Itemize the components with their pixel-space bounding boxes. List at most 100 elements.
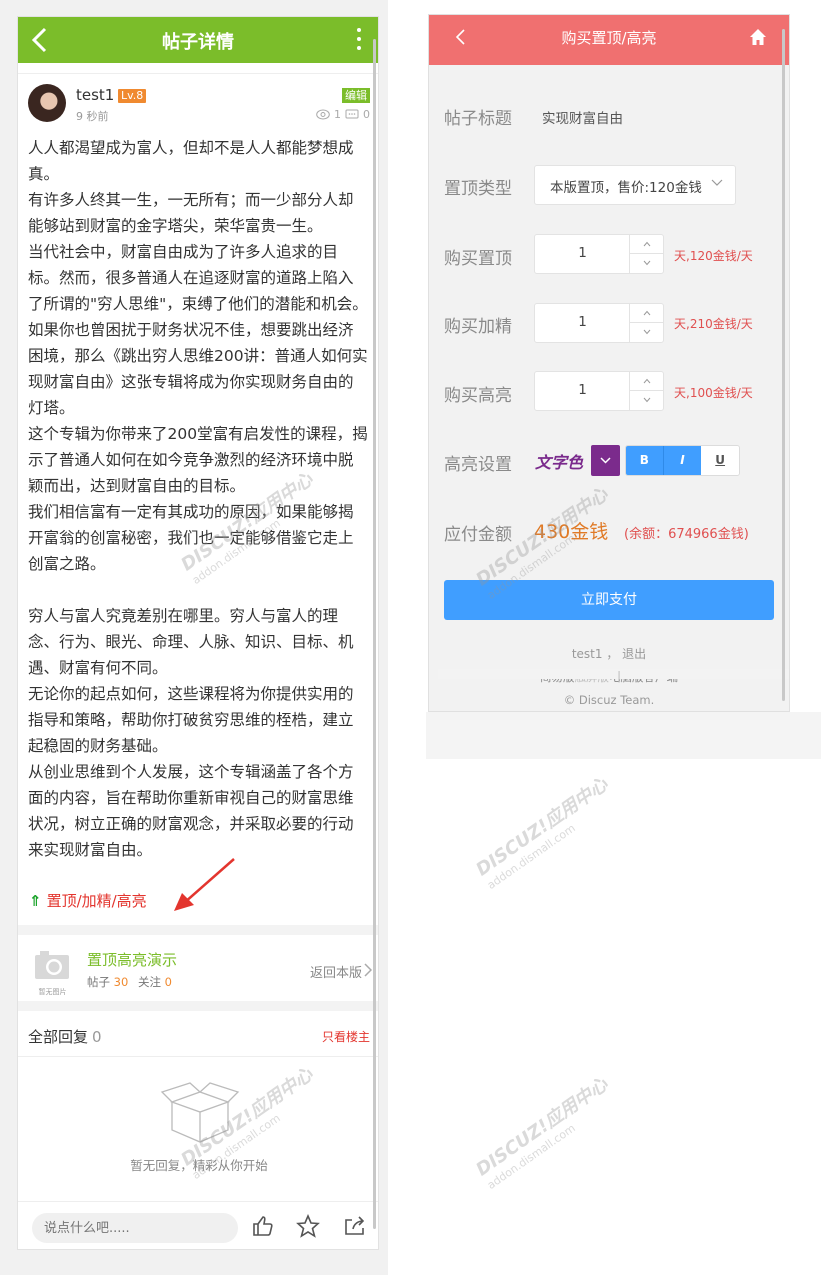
home-icon[interactable] xyxy=(749,28,767,46)
page-title: 购买置顶/高亮 xyxy=(561,29,657,47)
highlight-days-value[interactable]: 1 xyxy=(535,382,630,398)
buy-sticky-screen: 购买置顶/高亮 帖子标题 实现财富自由 置顶类型 本版置顶，售价:120金钱 购… xyxy=(428,14,790,712)
footer-copyright: © Discuz Team. xyxy=(563,693,655,707)
chevron-down-icon xyxy=(643,329,651,335)
posts-count: 30 xyxy=(113,975,129,989)
buy-highlight-label: 购买高亮 xyxy=(444,386,512,406)
scrollbar[interactable] xyxy=(373,39,376,1229)
camera-icon xyxy=(35,951,69,979)
amount-label: 应付金额 xyxy=(444,525,512,545)
posts-label: 帖子 xyxy=(87,975,110,989)
share-icon[interactable] xyxy=(343,1214,367,1238)
forum-name[interactable]: 置顶高亮演示 xyxy=(87,949,177,970)
section-divider xyxy=(18,925,378,935)
post-paragraph: 我们相信富有一定有其成功的原因，如果能够揭开富翁的创富秘密，我们也一定能够借鉴它… xyxy=(28,503,354,573)
digest-days-value[interactable]: 1 xyxy=(535,314,630,330)
more-icon[interactable] xyxy=(356,28,362,50)
author-name[interactable]: test1 xyxy=(76,86,114,104)
chevron-up-icon xyxy=(643,241,651,247)
highlight-price-note: 天,100金钱/天 xyxy=(674,386,753,400)
watermark-site: addon.dismall.com xyxy=(484,1121,578,1192)
top-arrow-icon: ⇑ xyxy=(29,891,42,910)
scrollbar[interactable] xyxy=(782,29,785,701)
top-days-value[interactable]: 1 xyxy=(535,245,630,261)
footer-username[interactable]: test1 xyxy=(572,647,603,661)
chevron-right-icon xyxy=(364,963,372,977)
edit-button[interactable]: 编辑 xyxy=(342,88,370,103)
annotation-arrow xyxy=(174,858,235,911)
back-to-forum-link[interactable]: 返回本版 xyxy=(310,962,362,981)
thread-ops-link[interactable]: ⇑ 置顶/加精/高亮 xyxy=(29,890,147,911)
chevron-up-icon xyxy=(643,378,651,384)
follow-label: 关注 xyxy=(137,975,161,989)
color-picker[interactable] xyxy=(591,445,620,476)
top-days-stepper[interactable]: 1 xyxy=(534,234,664,274)
replies-header: 全部回复 0 只看楼主 xyxy=(18,1013,378,1057)
post-content: 人人都渴望成为富人，但却不是人人都能梦想成真。 有许多人终其一生，一无所有；而一… xyxy=(28,135,368,863)
follow-count: 0 xyxy=(164,975,172,989)
post-paragraph: 无论你的起点如何，这些课程将为你提供实用的指导和策略，帮助你打破贫穷思维的桎梏，… xyxy=(28,685,354,755)
thread-title-value: 实现财富自由 xyxy=(542,111,623,127)
empty-box-icon xyxy=(160,1082,240,1143)
stepper-controls xyxy=(629,304,663,342)
stepper-controls xyxy=(629,372,663,410)
comment-icon xyxy=(345,109,359,119)
thread-header: 帖子详情 xyxy=(18,17,378,63)
replies-count: 0 xyxy=(363,108,370,121)
increment-button[interactable] xyxy=(630,235,663,254)
right-background xyxy=(426,712,821,759)
decrement-button[interactable] xyxy=(630,254,663,273)
italic-toggle[interactable]: I xyxy=(663,446,702,475)
reply-input[interactable] xyxy=(32,1213,238,1243)
views-count: 1 xyxy=(334,108,341,121)
buy-digest-label: 购买加精 xyxy=(444,317,512,337)
bottom-action-bar xyxy=(18,1201,378,1249)
star-icon[interactable] xyxy=(296,1214,320,1238)
logout-link[interactable]: 退出 xyxy=(622,647,646,661)
footer-links: 简易版|触屏版|电脑版|客户端 xyxy=(429,669,789,685)
only-op-link[interactable]: 只看楼主 xyxy=(322,1028,370,1045)
top-price-note: 天,120金钱/天 xyxy=(674,249,753,263)
footer-user: test1 ， 退出 xyxy=(429,645,789,662)
forum-meta: 帖子 30 关注 0 xyxy=(87,974,178,990)
page-title: 帖子详情 xyxy=(162,32,234,53)
chevron-down-icon xyxy=(643,397,651,403)
bold-toggle[interactable]: B xyxy=(626,446,664,475)
pay-now-button[interactable]: 立即支付 xyxy=(444,580,774,620)
post-stats: 1 0 xyxy=(316,108,370,121)
chevron-down-icon xyxy=(600,457,611,464)
replies-total: 0 xyxy=(92,1028,102,1046)
stepper-controls xyxy=(629,235,663,273)
forum-card[interactable]: 暂无图片 置顶高亮演示 帖子 30 关注 0 返回本版 xyxy=(18,935,378,1001)
avatar[interactable] xyxy=(28,84,66,122)
post-paragraph: 这个专辑为你带来了200堂富有启发性的课程，揭示了普通人如何在如今竞争激烈的经济… xyxy=(28,425,368,495)
level-badge: Lv.8 xyxy=(118,89,147,103)
underline-toggle[interactable]: U xyxy=(701,446,739,475)
increment-button[interactable] xyxy=(630,304,663,323)
section-divider xyxy=(18,1001,378,1011)
footer-divider: | xyxy=(438,669,789,683)
replies-title: 全部回复 0 xyxy=(28,1026,102,1047)
no-image-label: 暂无图片 xyxy=(38,988,67,996)
eye-icon xyxy=(316,109,330,120)
text-color-label: 文字色 xyxy=(535,453,584,472)
digest-price-note: 天,210金钱/天 xyxy=(674,317,753,331)
thread-detail-screen: 帖子详情 test1 Lv.8 9 秒前 编辑 1 0 人人都渴望成为富人，但却… xyxy=(17,16,379,1250)
highlight-days-stepper[interactable]: 1 xyxy=(534,371,664,411)
decrement-button[interactable] xyxy=(630,323,663,342)
watermark-site: addon.dismall.com xyxy=(484,821,578,892)
post-paragraph: 人人都渴望成为富人，但却不是人人都能梦想成真。 xyxy=(28,139,354,183)
decrement-button[interactable] xyxy=(630,391,663,410)
digest-days-stepper[interactable]: 1 xyxy=(534,303,664,343)
footer-comma: ， xyxy=(606,647,623,661)
thread-title-label: 帖子标题 xyxy=(444,109,512,129)
chevron-up-icon xyxy=(643,310,651,316)
increment-button[interactable] xyxy=(630,372,663,391)
thread-ops-label: 置顶/加精/高亮 xyxy=(46,892,147,910)
sticky-type-select[interactable]: 本版置顶，售价:120金钱 xyxy=(534,165,736,205)
post-paragraph: 当代社会中，财富自由成为了许多人追求的目标。然而，很多普通人在追逐财富的道路上陷… xyxy=(28,243,368,417)
watermark: DISCUZ!应用中心 addon.dismall.com xyxy=(470,1028,699,1217)
amount-value: 430金钱 xyxy=(534,521,609,543)
like-icon[interactable] xyxy=(251,1214,275,1238)
